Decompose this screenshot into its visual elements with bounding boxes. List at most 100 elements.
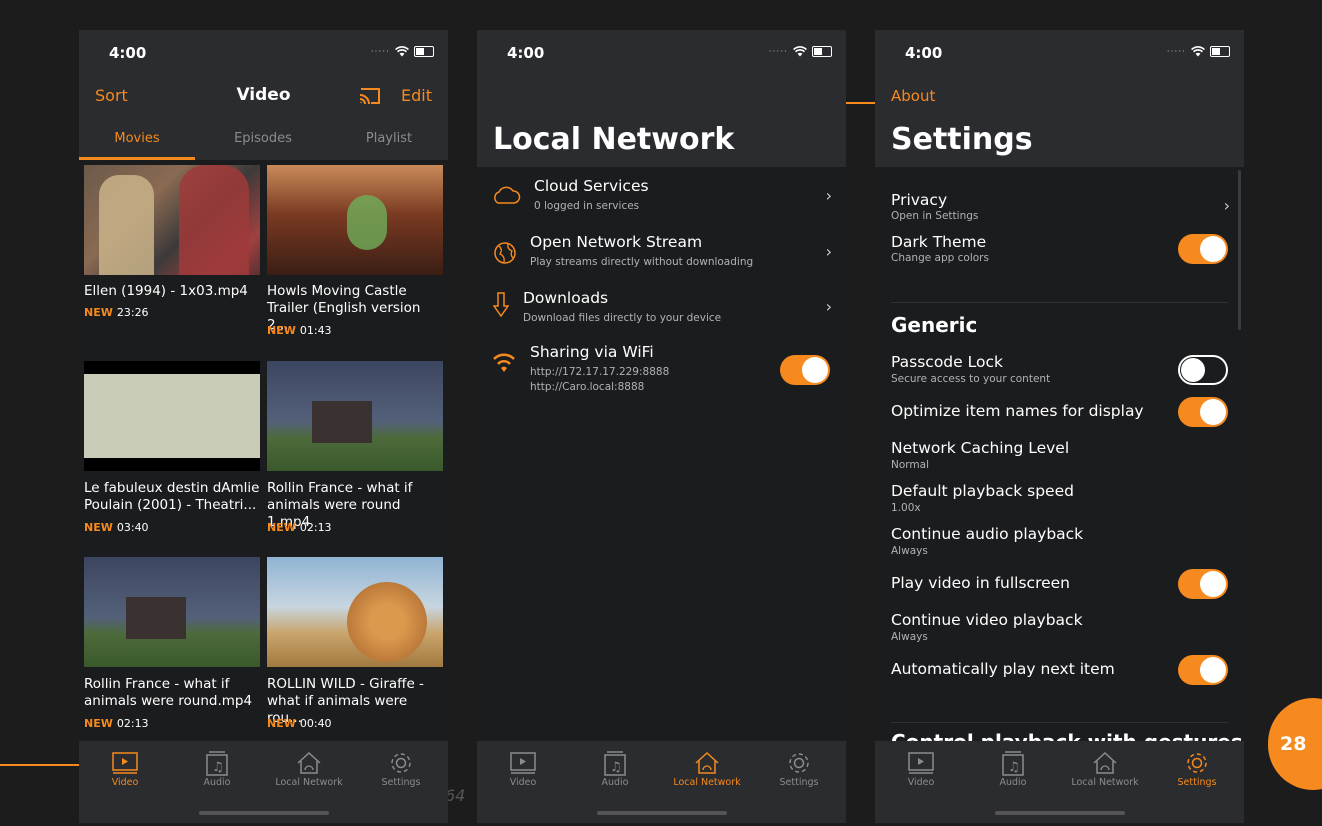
settings-row-privacy[interactable]: Privacy [891,191,947,209]
wifi-icon [793,46,807,57]
new-badge: NEW [84,521,113,534]
tab-bar: Video ♫ Audio Local Network Settings [79,741,448,823]
network-home-icon [1093,751,1117,774]
tabbar-settings[interactable]: Settings [753,749,845,788]
video-duration: 01:43 [299,324,332,337]
video-meta: NEW 00:40 [267,717,332,730]
thumbnail-figure [347,582,427,662]
video-thumbnail-rollin-1[interactable] [267,361,443,471]
video-thumbnail-howl[interactable] [267,165,443,275]
video-thumbnail-amelie[interactable] [84,361,260,471]
tabbar-audio[interactable]: ♫ Audio [171,749,263,788]
thumbnail-figure [347,195,387,250]
video-thumbnail-giraffe[interactable] [267,557,443,667]
music-icon: ♫ [1002,751,1024,776]
video-duration: 02:13 [116,717,149,730]
gear-icon [1187,753,1207,773]
cast-icon[interactable] [358,86,382,106]
settings-row-continue-audio[interactable]: Continue audio playback [891,525,1083,543]
row-subtitle: Secure access to your content [891,373,1051,385]
fullscreen-toggle[interactable] [1178,569,1228,599]
page-title: Video [236,85,291,105]
wifi-sharing-icon [493,353,515,372]
tab-label: Local Network [1071,777,1139,788]
thumbnail-figure [126,597,186,639]
scroll-indicator[interactable] [1238,170,1241,330]
svg-text:♫: ♫ [610,760,622,775]
status-icons: ····· [1167,46,1230,57]
status-icons: ····· [769,46,832,57]
music-icon: ♫ [604,751,626,776]
row-open-network-stream[interactable]: Open Network Stream [530,233,702,251]
video-thumbnail-rollin-2[interactable] [84,557,260,667]
tabbar-video[interactable]: Video [79,749,171,788]
row-subtitle: Change app colors [891,252,989,264]
network-home-icon [297,751,321,774]
tabbar-settings[interactable]: Settings [1151,749,1243,788]
video-thumbnail-ellen[interactable] [84,165,260,275]
gear-icon [391,753,411,773]
tabbar-audio[interactable]: ♫ Audio [967,749,1059,788]
autoplay-next-toggle[interactable] [1178,655,1228,685]
tab-label: Local Network [275,777,343,788]
settings-row-autoplay-next: Automatically play next item [891,660,1115,678]
tabbar-network[interactable]: Local Network [661,749,753,788]
tab-bar: Video ♫ Audio Local Network Settings [875,741,1244,823]
tab-label: Settings [779,777,819,788]
tab-label: Audio [203,777,231,788]
status-time: 4:00 [507,44,545,62]
edit-button[interactable]: Edit [401,86,432,105]
divider [891,302,1228,303]
settings-row-continue-video[interactable]: Continue video playback [891,611,1083,629]
tabbar-network[interactable]: Local Network [1059,749,1151,788]
video-icon [908,752,934,774]
row-subtitle: 1.00x [891,502,921,514]
tab-movies[interactable]: Movies [79,131,195,146]
video-icon [112,752,138,774]
tab-label: Settings [1177,777,1217,788]
row-cloud-services[interactable]: Cloud Services [534,177,649,195]
row-subtitle: Open in Settings [891,210,979,222]
tab-playlist[interactable]: Playlist [331,131,447,146]
sharing-wifi-toggle[interactable] [780,355,830,385]
video-tabs: Movies Episodes Playlist [79,116,448,160]
download-icon [493,292,509,318]
divider [891,722,1228,723]
music-icon: ♫ [206,751,228,776]
wifi-icon [1191,46,1205,57]
tabbar-video[interactable]: Video [875,749,967,788]
optimize-names-toggle[interactable] [1178,397,1228,427]
tab-episodes[interactable]: Episodes [205,131,321,146]
network-navbar: Local Network [477,76,846,167]
new-badge: NEW [84,306,113,319]
video-meta: NEW 02:13 [267,521,332,534]
row-downloads[interactable]: Downloads [523,289,608,307]
video-icon [510,752,536,774]
video-duration: 23:26 [116,306,149,319]
tab-label: Local Network [673,777,741,788]
row-subtitle: Normal [891,459,929,471]
settings-row-network-caching[interactable]: Network Caching Level [891,439,1069,457]
tabbar-audio[interactable]: ♫ Audio [569,749,661,788]
tab-label: Audio [999,777,1027,788]
about-button[interactable]: About [891,87,935,105]
globe-icon [494,242,516,264]
svg-text:♫: ♫ [1008,760,1020,775]
new-badge: NEW [267,521,296,534]
watermark-text: 64 [445,786,466,805]
network-home-icon [695,751,719,774]
thumbnail-frame [84,374,260,458]
tabbar-network[interactable]: Local Network [263,749,355,788]
settings-navbar: About Settings [875,76,1244,167]
tabbar-video[interactable]: Video [477,749,569,788]
svg-text:♫: ♫ [212,760,224,775]
home-indicator [199,811,329,815]
status-bar: 4:00 ····· [477,30,846,76]
row-subtitle: http://Caro.local:8888 [530,381,645,393]
settings-row-playback-speed[interactable]: Default playback speed [891,482,1074,500]
tabbar-settings[interactable]: Settings [355,749,447,788]
passcode-lock-toggle[interactable] [1178,355,1228,385]
new-badge: NEW [267,717,296,730]
dark-theme-toggle[interactable] [1178,234,1228,264]
wifi-icon [395,46,409,57]
